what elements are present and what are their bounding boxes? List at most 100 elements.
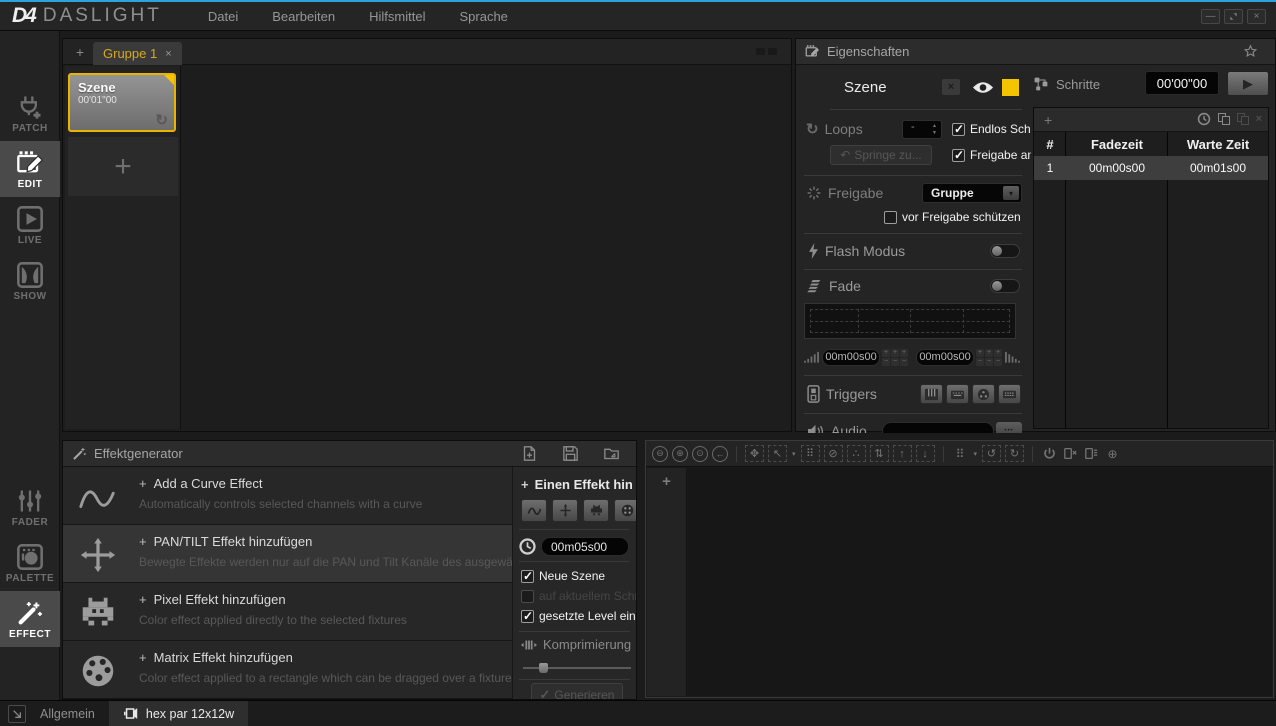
add-step-button[interactable]: + (1044, 112, 1052, 128)
compression-slider[interactable] (523, 663, 631, 673)
protect-release-checkbox[interactable] (884, 211, 897, 224)
current-step-checkbox[interactable] (521, 590, 534, 603)
rotate-right-icon[interactable]: ↻ (1005, 445, 1024, 462)
close-button[interactable]: × (1247, 9, 1266, 24)
effect-options-column: +Einen Effekt hin 00m05s00 (512, 467, 636, 699)
jump-to-button[interactable]: ↶Springe zu... (830, 145, 932, 165)
swap-order-icon[interactable]: ⇅ (870, 445, 889, 462)
menu-bearbeiten[interactable]: Bearbeiten (272, 9, 335, 24)
flash-mode-toggle[interactable] (990, 244, 1020, 258)
tab-close-icon[interactable]: × (165, 48, 171, 60)
protect-release-label: vor Freigabe schützen (902, 210, 1021, 224)
favorite-star-icon[interactable] (1234, 44, 1265, 59)
fade-curve-editor[interactable] (804, 303, 1016, 339)
slider-thumb[interactable] (539, 663, 548, 673)
fade-out-nudge-buttons[interactable]: +++−−− (976, 349, 1002, 366)
menu-sprache[interactable]: Sprache (459, 9, 507, 24)
scene-tile[interactable]: Szene 00'01"00 ↻ (68, 73, 176, 132)
add-fixture-group-button[interactable]: + (647, 473, 686, 490)
center-view-icon[interactable]: ⊕ (1104, 445, 1121, 462)
contact-port-icon (1002, 388, 1017, 401)
move-down-icon[interactable]: ↓ (916, 445, 935, 462)
invert-selection-icon[interactable]: ∴ (847, 445, 866, 462)
midi-trigger-button[interactable] (920, 384, 943, 404)
effect-item-curve[interactable]: +Add a Curve Effect Automatically contro… (63, 467, 512, 525)
step-row[interactable]: 1 00m00s00 00m01s00 (1034, 156, 1268, 180)
fixture-sequence-icon[interactable] (1083, 445, 1100, 462)
curve-effect-button[interactable] (521, 499, 547, 522)
zoom-in-icon[interactable]: ⊕ (672, 446, 688, 462)
power-icon[interactable] (1041, 445, 1058, 462)
steps-play-button[interactable]: ▶ (1227, 71, 1269, 96)
open-effect-icon[interactable] (604, 446, 619, 461)
move-tool-icon[interactable]: ✥ (745, 445, 764, 462)
group-view-icon[interactable] (756, 48, 777, 55)
audio-browse-button[interactable]: ••• (996, 422, 1022, 433)
sidebar-item-edit[interactable]: EDIT (0, 141, 60, 197)
release-icon (806, 185, 822, 201)
new-effect-file-icon[interactable] (522, 446, 537, 461)
tab-allgemein[interactable]: Allgemein (26, 701, 109, 726)
sidebar-item-patch[interactable]: PATCH (0, 85, 60, 141)
pantilt-effect-button[interactable] (552, 499, 578, 522)
effect-duration-field[interactable]: 00m05s00 (541, 537, 629, 556)
scene-color-swatch[interactable] (1002, 79, 1019, 96)
rotate-left-icon[interactable]: ↺ (982, 445, 1001, 462)
release-at-end-checkbox[interactable] (952, 149, 965, 162)
endless-loop-checkbox[interactable] (952, 123, 965, 136)
effect-item-pantilt[interactable]: +PAN/TILT Effekt hinzufügen Bewegte Effe… (63, 525, 512, 583)
pixel-effect-button[interactable] (583, 499, 609, 522)
visibility-eye-icon[interactable] (972, 81, 994, 94)
effect-desc: Color effect applied directly to the sel… (139, 613, 512, 627)
effect-item-pixel[interactable]: +Pixel Effekt hinzufügen Color effect ap… (63, 583, 512, 641)
zoom-out-icon[interactable]: ⊖ (652, 446, 668, 462)
sidebar-item-live[interactable]: LIVE (0, 197, 60, 253)
menu-datei[interactable]: Datei (208, 9, 238, 24)
zoom-reset-icon[interactable]: ⊙ (692, 446, 708, 462)
paste-step-icon[interactable] (1237, 113, 1249, 125)
fixture-off-icon[interactable] (1062, 445, 1079, 462)
new-scene-checkbox[interactable] (521, 570, 534, 583)
tab-gruppe-1[interactable]: Gruppe 1 × (93, 42, 182, 65)
include-levels-checkbox[interactable] (521, 610, 534, 623)
generate-button[interactable]: ▶ ✓ Generieren (531, 683, 623, 699)
audio-file-field[interactable] (882, 422, 994, 433)
matrix-effect-button[interactable] (614, 499, 636, 522)
fade-in-nudge-buttons[interactable]: +++−−− (882, 349, 908, 366)
tab-hex-par[interactable]: hex par 12x12w (109, 701, 248, 726)
rename-scene-button[interactable]: × (942, 79, 960, 95)
fixture-map-canvas[interactable] (688, 468, 1272, 696)
maximize-button[interactable] (1224, 9, 1243, 24)
effect-generator-header: Effektgenerator (63, 441, 636, 467)
keyboard-trigger-button[interactable] (946, 384, 969, 404)
grid-icon[interactable]: ⠿ (952, 445, 969, 462)
deselect-icon[interactable]: ⊘ (824, 445, 843, 462)
sidebar-item-show[interactable]: SHOW (0, 253, 60, 309)
sidebar-item-fader[interactable]: FADER (0, 479, 60, 535)
detach-panel-icon[interactable] (8, 705, 26, 723)
select-tool-icon[interactable]: ↖ (768, 445, 787, 462)
previous-view-icon[interactable]: ← (712, 446, 728, 462)
add-scene-button[interactable]: + (68, 137, 178, 196)
select-tool-caret-icon[interactable]: ▾ (792, 450, 796, 458)
release-group-dropdown[interactable]: Gruppe ▾ (922, 183, 1022, 203)
fade-toggle[interactable] (990, 279, 1020, 293)
grid-caret-icon[interactable]: ▾ (974, 450, 978, 458)
select-all-icon[interactable]: ⠿ (801, 445, 820, 462)
delete-step-icon[interactable]: × (1256, 113, 1262, 125)
fade-in-time-field[interactable]: 00m00s00 (822, 349, 880, 366)
sidebar-item-effect[interactable]: EFFECT (0, 591, 60, 647)
menu-hilfsmittel[interactable]: Hilfsmittel (369, 9, 425, 24)
move-up-icon[interactable]: ↑ (893, 445, 912, 462)
loops-spinner[interactable]: - ▲ ▼ (902, 120, 942, 139)
fade-out-time-field[interactable]: 00m00s00 (916, 349, 974, 366)
save-effect-icon[interactable] (563, 446, 578, 461)
step-time-icon[interactable] (1197, 112, 1211, 126)
sidebar-item-palette[interactable]: PALETTE (0, 535, 60, 591)
minimize-button[interactable]: — (1201, 9, 1220, 24)
effect-item-matrix[interactable]: +Matrix Effekt hinzufügen Color effect a… (63, 641, 512, 699)
copy-step-icon[interactable] (1218, 113, 1230, 125)
add-group-tab-button[interactable]: + (71, 43, 89, 61)
port-trigger-button[interactable] (998, 384, 1021, 404)
dmx-trigger-button[interactable] (972, 384, 995, 404)
